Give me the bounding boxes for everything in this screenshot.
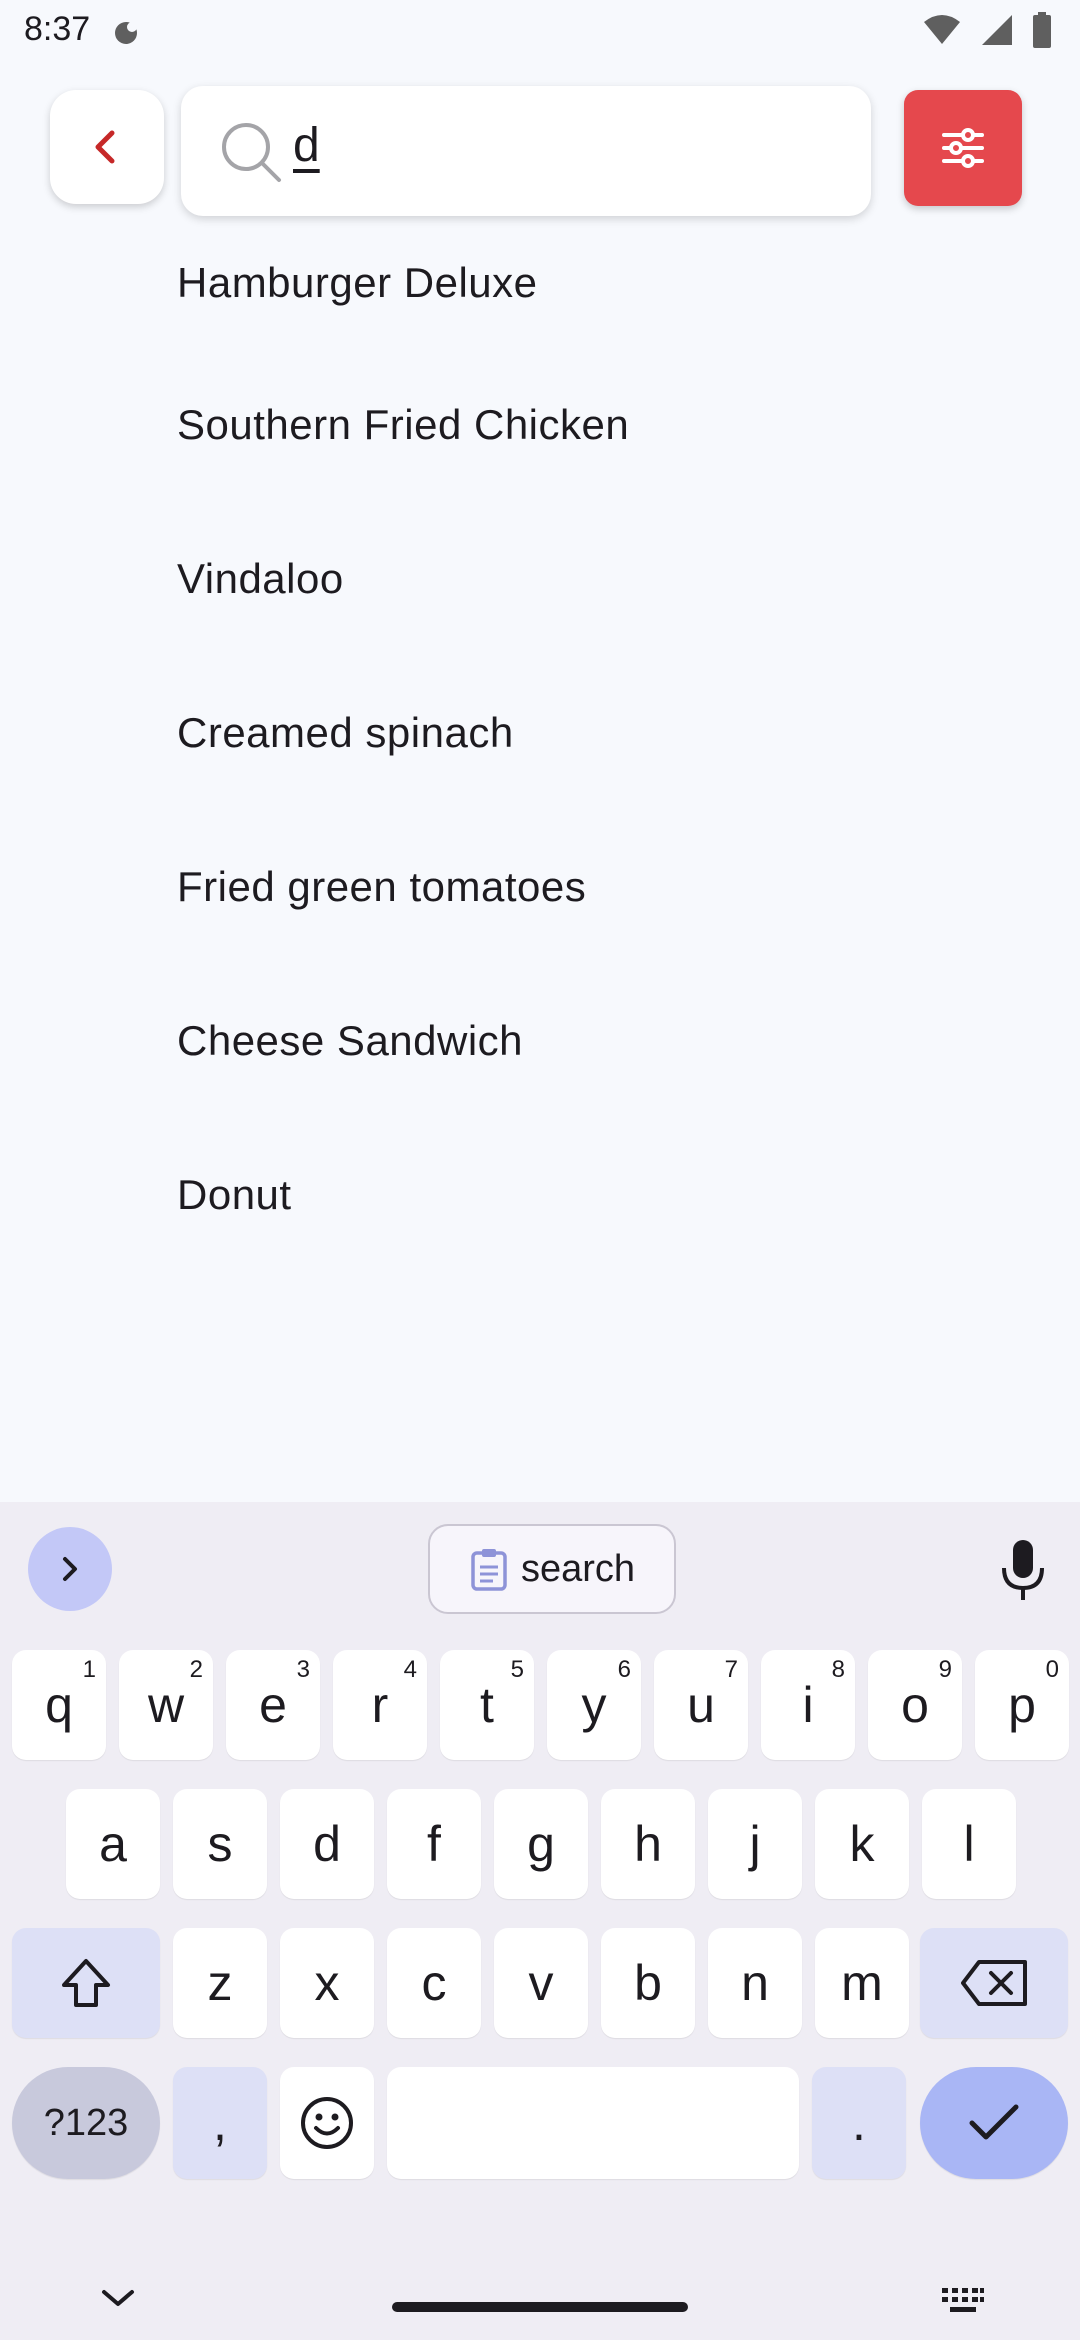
- signal-icon: [982, 15, 1012, 45]
- key-g[interactable]: g: [494, 1789, 588, 1899]
- key-j[interactable]: j: [708, 1789, 802, 1899]
- key-h[interactable]: h: [601, 1789, 695, 1899]
- battery-icon: [1033, 12, 1051, 48]
- status-bar: 8:37: [0, 0, 1080, 64]
- wifi-icon: [924, 15, 960, 44]
- microphone-icon[interactable]: [998, 1538, 1048, 1604]
- filter-button[interactable]: [904, 90, 1022, 206]
- key-o[interactable]: o9: [868, 1650, 962, 1760]
- keyboard-toolbar: search: [0, 1502, 1080, 1632]
- search-input[interactable]: d: [181, 86, 871, 216]
- chevron-right-icon: [63, 1557, 77, 1581]
- key-b[interactable]: b: [601, 1928, 695, 2038]
- list-item[interactable]: Donut: [0, 1118, 1080, 1272]
- search-query-text: d: [293, 119, 320, 172]
- shift-icon: [62, 1959, 110, 2007]
- key-m[interactable]: m: [815, 1928, 909, 2038]
- clipboard-icon: [471, 1549, 507, 1591]
- emoji-icon: [301, 2097, 353, 2149]
- enter-key[interactable]: [920, 2067, 1068, 2179]
- status-time: 8:37: [24, 10, 91, 48]
- backspace-key[interactable]: [920, 1928, 1068, 2038]
- status-icons: [922, 12, 1052, 48]
- key-n[interactable]: n: [708, 1928, 802, 2038]
- key-k[interactable]: k: [815, 1789, 909, 1899]
- space-key[interactable]: [387, 2067, 799, 2179]
- key-f[interactable]: f: [387, 1789, 481, 1899]
- backspace-icon: [961, 1960, 1027, 2006]
- key-z[interactable]: z: [173, 1928, 267, 2038]
- key-e[interactable]: e3: [226, 1650, 320, 1760]
- key-y[interactable]: y6: [547, 1650, 641, 1760]
- symbols-key[interactable]: ?123: [12, 2067, 160, 2179]
- list-item[interactable]: Vindaloo: [0, 502, 1080, 656]
- hide-keyboard-icon[interactable]: [100, 2286, 136, 2310]
- list-item[interactable]: Creamed spinach: [0, 656, 1080, 810]
- chevron-left-icon: [95, 130, 115, 164]
- search-results-list: Hamburger Deluxe Southern Fried Chicken …: [0, 230, 1080, 1272]
- search-icon: [222, 123, 281, 182]
- check-icon: [969, 2104, 1019, 2140]
- key-a[interactable]: a: [66, 1789, 160, 1899]
- key-x[interactable]: x: [280, 1928, 374, 2038]
- clipboard-suggestion-chip[interactable]: search: [428, 1524, 676, 1614]
- emoji-key[interactable]: [280, 2067, 374, 2179]
- key-u[interactable]: u7: [654, 1650, 748, 1760]
- comma-key[interactable]: ,: [173, 2067, 267, 2179]
- key-p[interactable]: p0: [975, 1650, 1069, 1760]
- list-item[interactable]: Cheese Sandwich: [0, 964, 1080, 1118]
- list-item[interactable]: Southern Fried Chicken: [0, 348, 1080, 502]
- key-v[interactable]: v: [494, 1928, 588, 2038]
- home-indicator[interactable]: [392, 2302, 688, 2312]
- notification-icon: [115, 22, 137, 44]
- key-d[interactable]: d: [280, 1789, 374, 1899]
- key-c[interactable]: c: [387, 1928, 481, 2038]
- key-i[interactable]: i8: [761, 1650, 855, 1760]
- list-item[interactable]: Fried green tomatoes: [0, 810, 1080, 964]
- back-button[interactable]: [50, 90, 164, 204]
- key-r[interactable]: r4: [333, 1650, 427, 1760]
- key-l[interactable]: l: [922, 1789, 1016, 1899]
- list-item[interactable]: Hamburger Deluxe: [0, 218, 1080, 348]
- key-s[interactable]: s: [173, 1789, 267, 1899]
- expand-toolbar-button[interactable]: [28, 1527, 112, 1611]
- key-w[interactable]: w2: [119, 1650, 213, 1760]
- shift-key[interactable]: [12, 1928, 160, 2038]
- keyboard-nav-bar: [0, 2262, 1080, 2340]
- on-screen-keyboard: search q1 w2 e3 r4 t5 y6 u7 i8 o9 p0 a s…: [0, 1502, 1080, 2340]
- period-key[interactable]: .: [812, 2067, 906, 2179]
- sliders-icon: [942, 128, 984, 168]
- key-t[interactable]: t5: [440, 1650, 534, 1760]
- key-q[interactable]: q1: [12, 1650, 106, 1760]
- keyboard-switch-icon[interactable]: [940, 2286, 986, 2316]
- suggestion-text: search: [520, 1547, 636, 1590]
